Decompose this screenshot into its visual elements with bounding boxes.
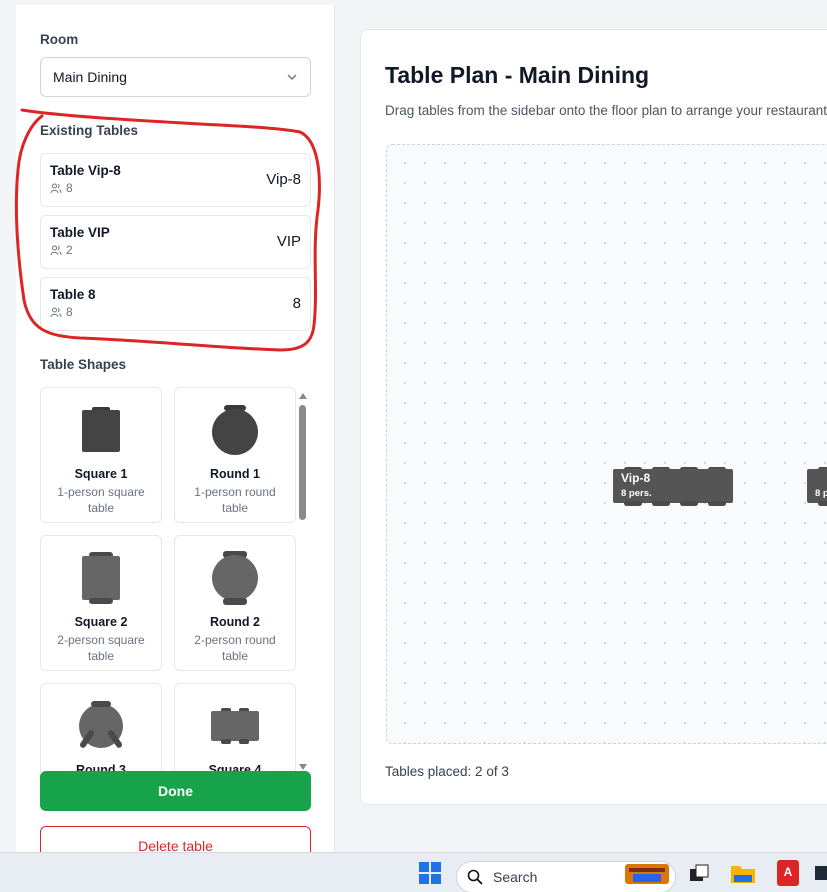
table-capacity: 2 — [66, 243, 73, 257]
taskbar-overflow-icon[interactable] — [812, 853, 827, 892]
task-view-icon[interactable] — [684, 853, 714, 892]
users-icon — [50, 183, 62, 194]
scroll-up-arrow-icon[interactable] — [299, 393, 307, 399]
taskbar: Search A — [0, 852, 827, 892]
shape-desc: 1-person square table — [57, 485, 145, 515]
page-subtitle: Drag tables from the sidebar onto the fl… — [385, 103, 827, 118]
floor-plan-canvas[interactable]: Vip-8 8 pers. 8 pers. — [386, 144, 827, 744]
shape-card-round-3[interactable]: Round 3 — [40, 683, 162, 772]
shape-title: Round 1 — [210, 467, 260, 481]
shape-card-round-1[interactable]: Round 1 1-person round table — [174, 387, 296, 523]
shape-title: Round 2 — [210, 615, 260, 629]
table-name: Table 8 — [50, 287, 96, 302]
placed-table-persons: 8 pers. — [621, 488, 652, 499]
round-3-icon — [79, 701, 123, 748]
svg-text:A: A — [784, 865, 793, 879]
round-1-icon — [212, 405, 258, 455]
sidebar: Room Main Dining Existing Tables Table V… — [16, 5, 335, 852]
table-code: VIP — [276, 233, 301, 250]
existing-table-card[interactable]: Table 8 8 8 — [40, 277, 311, 331]
room-select-value: Main Dining — [53, 69, 127, 85]
square-2-icon — [82, 552, 120, 604]
square-4-icon — [211, 708, 259, 744]
chevron-down-icon — [287, 74, 297, 80]
taskbar-search-placeholder: Search — [493, 869, 538, 885]
shape-title: Square 1 — [74, 467, 128, 481]
done-button[interactable]: Done — [40, 771, 311, 811]
existing-table-card[interactable]: Table VIP 2 VIP — [40, 215, 311, 269]
shape-card-square-1[interactable]: Square 1 1-person square table — [40, 387, 162, 523]
scroll-down-arrow-icon[interactable] — [299, 764, 307, 770]
users-icon — [50, 307, 62, 318]
round-2-icon — [212, 551, 258, 605]
file-explorer-icon[interactable] — [728, 853, 758, 892]
existing-tables-label: Existing Tables — [40, 123, 139, 138]
page-title: Table Plan - Main Dining — [385, 62, 650, 88]
widget-icon[interactable] — [622, 853, 672, 892]
users-icon — [50, 245, 62, 256]
table-name: Table VIP — [50, 225, 110, 240]
table-capacity: 8 — [66, 305, 73, 319]
table-code: 8 — [292, 295, 301, 312]
placed-table-label: Vip-8 — [621, 471, 651, 485]
table-plan-panel: Table Plan - Main Dining Drag tables fro… — [360, 29, 827, 805]
table-name: Table Vip-8 — [50, 163, 121, 178]
shape-card-round-2[interactable]: Round 2 2-person round table — [174, 535, 296, 671]
shape-desc: 1-person round table — [194, 485, 276, 515]
autocad-icon[interactable]: A — [774, 853, 802, 892]
search-icon — [467, 869, 483, 885]
windows-start-icon[interactable] — [414, 853, 446, 892]
existing-table-card[interactable]: Table Vip-8 8 Vip-8 — [40, 153, 311, 207]
room-select[interactable]: Main Dining — [40, 57, 311, 97]
delete-table-button[interactable]: Delete table — [40, 826, 311, 852]
placed-table-8[interactable]: 8 pers. — [806, 465, 827, 507]
square-1-icon — [82, 407, 120, 452]
table-code: Vip-8 — [266, 171, 301, 188]
table-capacity: 8 — [66, 181, 73, 195]
shape-card-square-4[interactable]: Square 4 — [174, 683, 296, 772]
shape-desc: 2-person round table — [194, 633, 276, 663]
table-shapes-list[interactable]: Square 1 1-person square table Round 1 1… — [40, 387, 311, 772]
shape-desc: 2-person square table — [57, 633, 145, 663]
shapes-scrollbar[interactable] — [296, 390, 310, 770]
scroll-thumb[interactable] — [299, 405, 306, 520]
placed-table-persons: 8 pers. — [815, 488, 827, 499]
tables-placed-status: Tables placed: 2 of 3 — [385, 764, 509, 779]
room-label: Room — [40, 32, 79, 47]
shape-card-square-2[interactable]: Square 2 2-person square table — [40, 535, 162, 671]
shape-title: Square 2 — [74, 615, 128, 629]
placed-table-vip-8[interactable]: Vip-8 8 pers. — [612, 465, 734, 507]
table-shapes-label: Table Shapes — [40, 357, 127, 372]
